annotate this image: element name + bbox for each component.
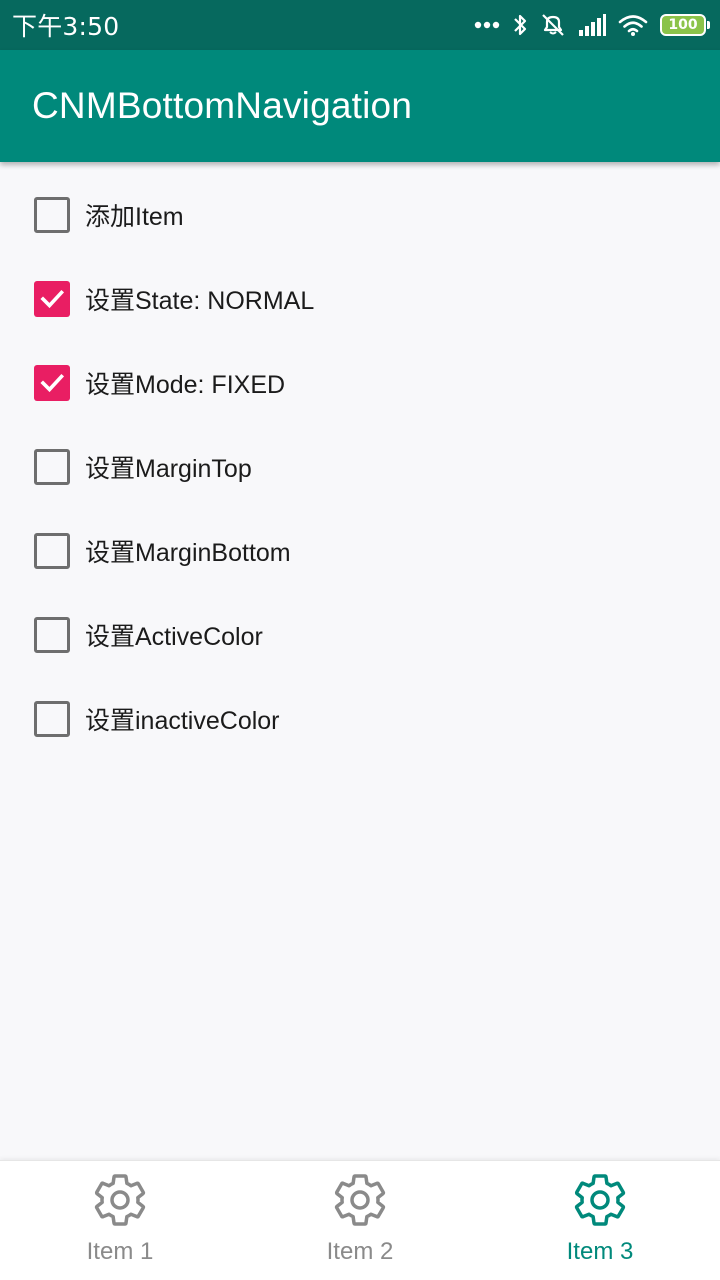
option-set-state[interactable]: 设置State: NORMAL: [34, 279, 314, 319]
checkbox[interactable]: [34, 281, 70, 317]
option-label: 设置Mode: FIXED: [85, 371, 286, 399]
status-time: 下午3:50: [12, 12, 120, 41]
battery-icon: 100: [660, 14, 710, 36]
mute-icon: [542, 14, 564, 36]
nav-label: Item 2: [326, 1238, 394, 1265]
settings-gear-icon: [94, 1174, 146, 1226]
app-screen: 下午3:50 100 CNMBottomNavigation 添加Item 设置…: [0, 0, 720, 1280]
wifi-icon: [618, 15, 648, 36]
nav-item-1[interactable]: Item 1: [0, 1161, 240, 1280]
option-label: 添加Item: [85, 203, 184, 231]
option-set-margin-top[interactable]: 设置MarginTop: [34, 447, 252, 487]
option-add-item[interactable]: 添加Item: [34, 195, 184, 235]
signal-icon: [579, 14, 606, 36]
checkbox[interactable]: [34, 365, 70, 401]
nav-item-2[interactable]: Item 2: [240, 1161, 480, 1280]
option-set-active-color[interactable]: 设置ActiveColor: [34, 615, 263, 655]
checkbox[interactable]: [34, 533, 70, 569]
option-set-inactive-color[interactable]: 设置inactiveColor: [34, 699, 280, 739]
option-label: 设置MarginTop: [85, 455, 252, 483]
option-label: 设置MarginBottom: [85, 539, 291, 567]
bluetooth-icon: [514, 14, 527, 36]
check-icon: [40, 373, 65, 393]
status-icons: 100: [474, 12, 710, 38]
option-label: 设置inactiveColor: [85, 707, 280, 735]
nav-label: Item 3: [566, 1238, 634, 1265]
checkbox[interactable]: [34, 701, 70, 737]
bottom-navigation: Item 1 Item 2 Item 3: [0, 1160, 720, 1280]
option-set-margin-bottom[interactable]: 设置MarginBottom: [34, 531, 291, 571]
checkbox[interactable]: [34, 449, 70, 485]
checkbox[interactable]: [34, 197, 70, 233]
app-bar: CNMBottomNavigation: [0, 50, 720, 162]
nav-item-3[interactable]: Item 3: [480, 1161, 720, 1280]
more-dots-icon: [474, 21, 500, 29]
settings-gear-icon: [334, 1174, 386, 1226]
option-label: 设置ActiveColor: [85, 623, 263, 651]
nav-label: Item 1: [86, 1238, 154, 1265]
check-icon: [40, 289, 65, 309]
battery-level: 100: [668, 17, 698, 33]
checkbox[interactable]: [34, 617, 70, 653]
option-set-mode[interactable]: 设置Mode: FIXED: [34, 363, 285, 403]
status-bar: 下午3:50 100: [0, 0, 720, 50]
app-title: CNMBottomNavigation: [32, 85, 413, 126]
settings-gear-icon: [574, 1174, 626, 1226]
option-label: 设置State: NORMAL: [85, 287, 315, 315]
